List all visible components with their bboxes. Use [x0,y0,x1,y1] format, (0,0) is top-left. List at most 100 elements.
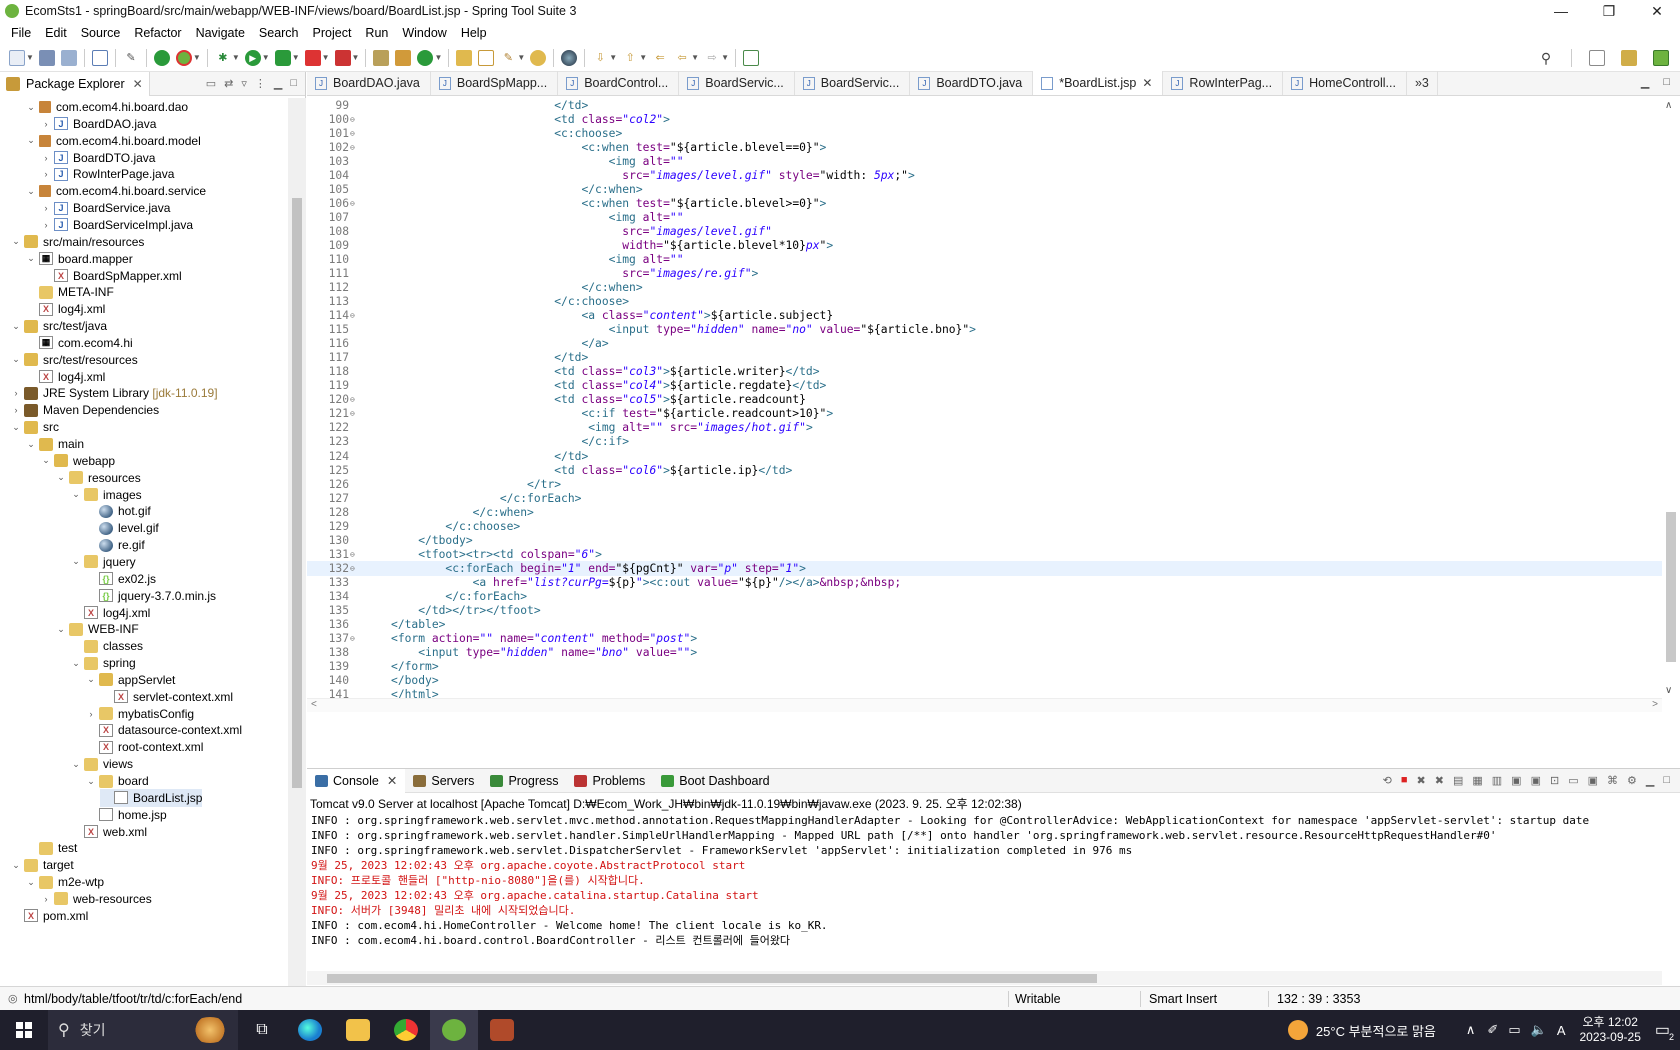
tree-item[interactable]: ▦ com.ecom4.hi [25,334,133,352]
external-tools-icon[interactable] [334,49,351,66]
link-with-editor-icon[interactable]: ⇄ [224,77,233,90]
tree-item[interactable]: ⌄ com.ecom4.hi.board.dao [25,98,188,116]
code-editor[interactable]: 99 </td> 100 ⊖ <td class="col2"> 101 ⊖ <c:ch… [307,98,1662,698]
tree-item[interactable]: X BoardSpMapper.xml [40,267,182,285]
editor-tab[interactable]: J RowInterPag... [1163,71,1284,95]
start-button[interactable] [0,1010,48,1050]
expanded-chevron-icon[interactable]: ⌄ [25,102,37,113]
save-icon[interactable] [38,49,55,66]
tree-item[interactable]: ⌄ images [70,486,141,504]
show-on-stderr-icon[interactable]: ▣ [1531,774,1541,787]
restore-button[interactable]: ❐ [1586,0,1632,22]
scroll-right-arrow-icon[interactable]: > [1652,699,1658,710]
editor-vertical-scrollbar[interactable]: ∧ ∨ [1662,98,1680,698]
tree-item[interactable]: › JRE System Library [jdk-11.0.19] [10,384,218,402]
expanded-chevron-icon[interactable]: ⌄ [70,759,82,770]
show-hidden-icons-icon[interactable]: ∧ [1466,1022,1476,1038]
tree-item[interactable]: › J BoardDTO.java [40,149,156,167]
spring-boot-icon[interactable]: ⌘ [1607,774,1618,787]
forward-icon[interactable]: ⇨ [704,50,720,66]
editor-tab[interactable]: J BoardServic... [679,71,795,95]
new-dropdown-icon[interactable]: ▼ [26,53,34,62]
filter-icon[interactable]: ▿ [241,77,247,90]
expanded-chevron-icon[interactable]: ⌄ [25,135,37,146]
close-icon[interactable]: ✕ [133,77,143,91]
tree-item[interactable]: ⌄ WEB-INF [55,620,138,638]
pin-editor-icon[interactable] [742,49,759,66]
menu-window[interactable]: Window [395,22,453,44]
tree-item[interactable]: Xlog4j.xml [25,300,105,318]
menu-project[interactable]: Project [306,22,359,44]
editor-tab[interactable]: *BoardList.jsp ✕ [1033,71,1164,95]
expanded-chevron-icon[interactable]: ⌄ [40,455,52,466]
minimize-button[interactable]: — [1538,0,1584,22]
remove-all-terminated-icon[interactable]: ✖ [1435,774,1444,787]
tree-item[interactable]: › mybatisConfig [85,705,195,723]
tree-item[interactable]: Xweb.xml [70,823,147,841]
expanded-chevron-icon[interactable]: ⌄ [85,776,97,787]
tree-item[interactable]: test [25,839,77,857]
tree-item[interactable]: › J RowInterPage.java [40,165,175,183]
spring-relaunch-icon[interactable] [175,49,192,66]
tree-item[interactable]: level.gif [85,519,159,537]
expanded-chevron-icon[interactable]: ⌄ [10,236,22,247]
status-insert-mode[interactable]: Smart Insert [1149,992,1217,1006]
open-task-icon[interactable] [478,49,495,66]
console-scrollbar-thumb[interactable] [327,974,1097,983]
menu-file[interactable]: File [4,22,38,44]
tree-item[interactable]: hot.gif [85,502,151,520]
tree-item[interactable]: ⌄ resources [55,469,140,487]
tree-item[interactable]: ⌄ board [85,772,148,790]
menu-search[interactable]: Search [252,22,306,44]
console-tab-servers[interactable]: Servers [405,769,482,793]
open-console-dropdown-icon[interactable]: ▣ [1588,774,1598,787]
collapsed-chevron-icon[interactable]: › [40,119,52,129]
search-dropdown-icon[interactable]: ▼ [517,53,525,62]
editor-tab[interactable]: J BoardServic... [795,71,911,95]
tree-item[interactable]: Xpom.xml [10,907,88,925]
console-tab-progress[interactable]: Progress [482,769,566,793]
editor-tab[interactable]: J BoardControl... [558,71,680,95]
close-icon[interactable]: ✕ [387,773,397,788]
maximize-view-icon[interactable]: □ [290,77,297,90]
expanded-chevron-icon[interactable]: ⌄ [10,422,22,433]
new-java-project-icon[interactable] [373,49,390,66]
scroll-lock-icon[interactable]: ▦ [1472,774,1482,787]
tree-item[interactable]: {} jquery-3.7.0.min.js [85,587,216,605]
console-tab-boot-dashboard[interactable]: Boot Dashboard [653,769,777,793]
collapsed-chevron-icon[interactable]: › [10,388,22,398]
expanded-chevron-icon[interactable]: ⌄ [25,253,37,264]
search-toolbar-icon[interactable]: ✎ [500,50,516,66]
relaunch-dropdown-icon[interactable]: ▼ [193,53,201,62]
editor-scrollbar-thumb[interactable] [1666,512,1676,662]
console-output[interactable]: INFO : org.springframework.web.servlet.m… [311,813,1661,963]
tree-item[interactable]: ⌄ spring [70,654,135,672]
settings-icon[interactable]: ⚙ [1627,774,1637,787]
expanded-chevron-icon[interactable]: ⌄ [55,472,67,483]
maximize-editor-icon[interactable]: □ [1663,76,1670,89]
collapse-all-icon[interactable]: ▭ [206,77,216,90]
tree-item[interactable]: META-INF [25,283,114,301]
more-tabs-button[interactable]: »3 [1407,71,1438,95]
tree-item[interactable]: ⌄ ▦ board.mapper [25,250,133,268]
tree-item[interactable]: ⌄ m2e-wtp [25,873,104,891]
search-icon[interactable]: ⚲ [1538,50,1554,66]
network-icon[interactable]: ▭ [1508,1022,1520,1038]
menu-edit[interactable]: Edit [38,22,74,44]
volume-icon[interactable]: 🔈 [1531,1022,1547,1038]
remove-launch-icon[interactable]: ✖ [1417,774,1426,787]
expanded-chevron-icon[interactable]: ⌄ [10,860,22,871]
last-edit-icon[interactable]: ⇐ [652,50,668,66]
next-annotation-icon[interactable]: ⇩ [592,50,608,66]
menu-navigate[interactable]: Navigate [189,22,252,44]
debug-icon[interactable]: ✱ [215,50,231,66]
prev-annotation-icon[interactable]: ⇧ [622,50,638,66]
tree-item[interactable]: › Maven Dependencies [10,401,160,419]
tree-item[interactable]: › web-resources [40,890,152,908]
taskbar-sts[interactable] [430,1010,478,1050]
tree-item[interactable]: classes [70,637,143,655]
tree-item[interactable]: ⌄ views [70,755,133,773]
stop-icon[interactable] [304,49,321,66]
open-console-icon[interactable] [91,49,108,66]
collapsed-chevron-icon[interactable]: › [10,405,22,415]
